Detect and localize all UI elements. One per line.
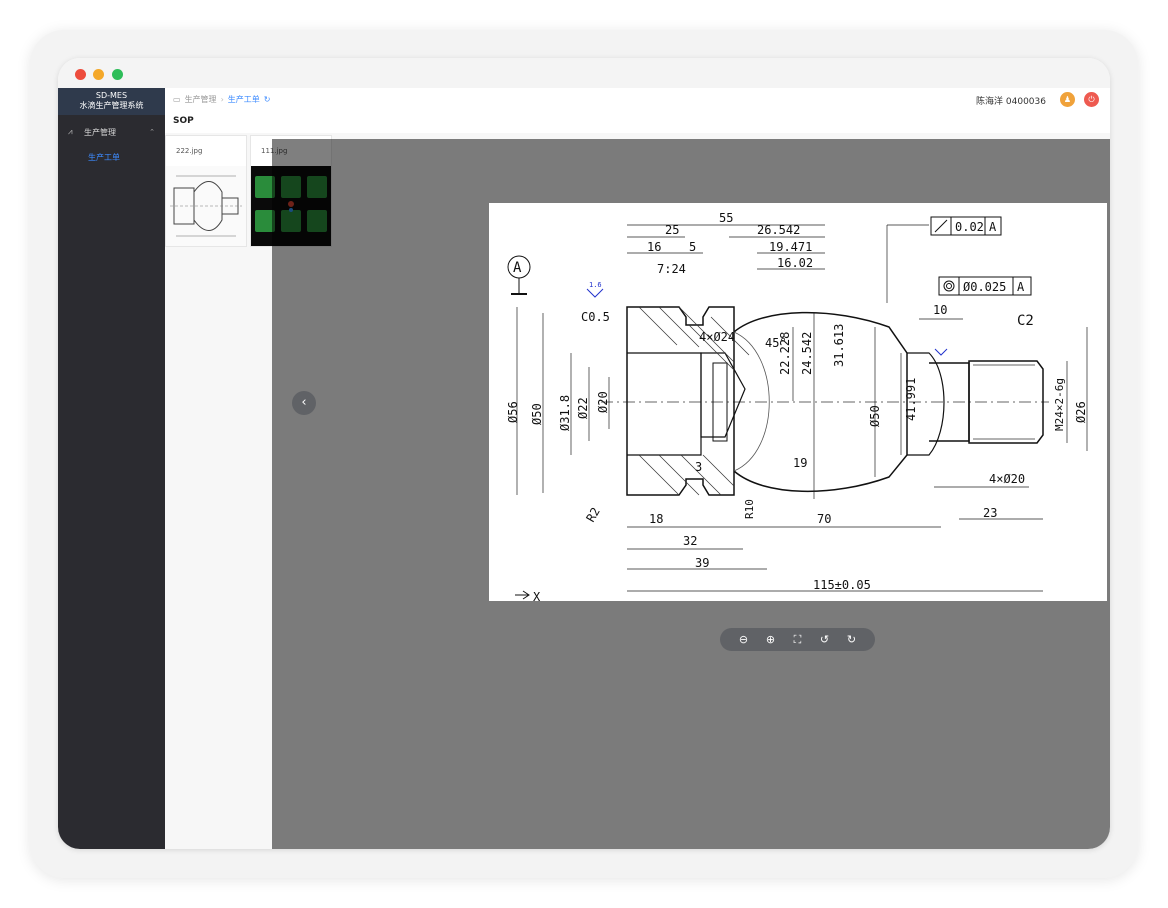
thumbnail-card[interactable]: 222.jpg — [165, 135, 247, 247]
dimension-label: Ø22 — [576, 397, 590, 419]
breadcrumb-separator-icon: › — [220, 95, 224, 104]
image-preview-overlay[interactable]: ‹ 55 25 16 5 26.542 19.471 16.02 7:24 0.… — [272, 139, 1110, 849]
dimension-label: 3 — [695, 460, 702, 474]
user-profile-button[interactable]: ♟ — [1060, 92, 1075, 107]
dimension-label: 41.991 — [904, 378, 918, 421]
logout-button[interactable]: ⏻ — [1084, 92, 1099, 107]
axis-label: X — [533, 590, 541, 601]
main-area: ▭ 生产管理 › 生产工单 ↻ 陈海洋 0400036 ♟ ⏻ SOP 222.… — [165, 88, 1110, 849]
sidebar-group-label: 生产管理 — [84, 127, 116, 137]
dimension-label: 16 — [647, 240, 661, 254]
sidebar-group-production[interactable]: ⩘ 生产管理 ⌃ — [58, 119, 165, 145]
dimension-label: 24.542 — [800, 332, 814, 375]
dimension-label: Ø50 — [868, 405, 882, 427]
chart-icon: ⩘ — [68, 127, 73, 136]
dimension-label: 4×Ø20 — [989, 472, 1025, 486]
monitor-icon: ▭ — [173, 95, 181, 104]
thumbnail-filename: 222.jpg — [176, 147, 203, 155]
dimension-label: Ø20 — [596, 391, 610, 413]
tolerance-value: 0.02 — [955, 220, 984, 234]
image-viewer-toolbar: ⊖ ⊕ ⛶ ↺ ↻ — [720, 628, 875, 651]
dimension-label: 19.471 — [769, 240, 812, 254]
drawing-thumbnail[interactable] — [166, 166, 246, 246]
datum-reference: A — [989, 220, 997, 234]
dimension-label: 26.542 — [757, 223, 800, 237]
minimize-window-button[interactable] — [93, 69, 104, 80]
window-titlebar — [58, 58, 1110, 88]
brand-subtitle: 水滴生产管理系统 — [79, 101, 144, 110]
dimension-label: Ø56 — [506, 401, 520, 423]
user-icon: ♟ — [1063, 95, 1072, 104]
dimension-label: 115±0.05 — [813, 578, 871, 592]
chevron-up-icon: ⌃ — [149, 128, 155, 136]
breadcrumb: ▭ 生产管理 › 生产工单 ↻ — [173, 94, 270, 105]
zoom-out-icon[interactable]: ⊖ — [735, 633, 753, 646]
app-window: SD-MES 水滴生产管理系统 ⩘ 生产管理 ⌃ 生产工单 ▭ 生产管理 › 生… — [58, 58, 1110, 849]
dimension-label: 5 — [689, 240, 696, 254]
chevron-left-icon: ‹ — [301, 395, 307, 410]
brand: SD-MES 水滴生产管理系统 — [58, 88, 165, 115]
brand-title: SD-MES — [95, 91, 128, 100]
breadcrumb-item-1[interactable]: 生产管理 — [185, 94, 217, 105]
topbar: ▭ 生产管理 › 生产工单 ↻ 陈海洋 0400036 ♟ ⏻ — [165, 88, 1110, 110]
technical-drawing: 55 25 16 5 26.542 19.471 16.02 7:24 0.02… — [489, 203, 1107, 604]
dimension-label: 23 — [983, 506, 997, 520]
dimension-label: 16.02 — [777, 256, 813, 270]
dimension-label: C0.5 — [581, 310, 610, 324]
dimension-label: Ø50 — [530, 403, 544, 425]
tolerance-value: Ø0.025 — [963, 280, 1006, 294]
breadcrumb-item-2[interactable]: 生产工单 — [228, 94, 260, 105]
sidebar-item-label: 生产工单 — [88, 152, 120, 162]
dimension-label: 7:24 — [657, 262, 686, 276]
datum-reference: A — [1017, 280, 1025, 294]
dimension-label: 18 — [649, 512, 663, 526]
dimension-label: 70 — [817, 512, 831, 526]
dimension-label: 31.613 — [832, 324, 846, 367]
dimension-label: 4×Ø24 — [699, 330, 735, 344]
dimension-label: 10 — [933, 303, 947, 317]
dimension-label: 55 — [719, 211, 733, 225]
dimension-label: 32 — [683, 534, 697, 548]
dimension-label: 25 — [665, 223, 679, 237]
thread-spec: M24×2-6g — [1053, 378, 1066, 431]
dimension-label: 19 — [793, 456, 807, 470]
power-icon: ⏻ — [1088, 95, 1095, 104]
section-title: SOP — [165, 109, 1110, 133]
dimension-label: 39 — [695, 556, 709, 570]
previous-image-button[interactable]: ‹ — [292, 391, 316, 415]
sidebar: SD-MES 水滴生产管理系统 ⩘ 生产管理 ⌃ 生产工单 — [58, 88, 165, 849]
user-info: 陈海洋 0400036 — [976, 97, 1046, 107]
maximize-window-button[interactable] — [112, 69, 123, 80]
dimension-label: Ø31.8 — [558, 395, 572, 431]
rotate-right-icon[interactable]: ↻ — [843, 633, 861, 646]
roughness-label: 1.6 — [589, 281, 602, 289]
image-preview: 55 25 16 5 26.542 19.471 16.02 7:24 0.02… — [489, 203, 1107, 604]
rotate-left-icon[interactable]: ↺ — [816, 633, 834, 646]
zoom-in-icon[interactable]: ⊕ — [762, 633, 780, 646]
dimension-label: Ø26 — [1074, 401, 1088, 423]
close-window-button[interactable] — [75, 69, 86, 80]
dimension-label: 22.228 — [778, 332, 792, 375]
dimension-label: C2 — [1017, 313, 1034, 329]
fit-screen-icon[interactable]: ⛶ — [789, 633, 807, 647]
refresh-icon[interactable]: ↻ — [264, 95, 271, 104]
sidebar-item-work-order[interactable]: 生产工单 — [58, 145, 165, 169]
dimension-label: R10 — [743, 499, 756, 519]
datum-label: A — [513, 260, 522, 276]
